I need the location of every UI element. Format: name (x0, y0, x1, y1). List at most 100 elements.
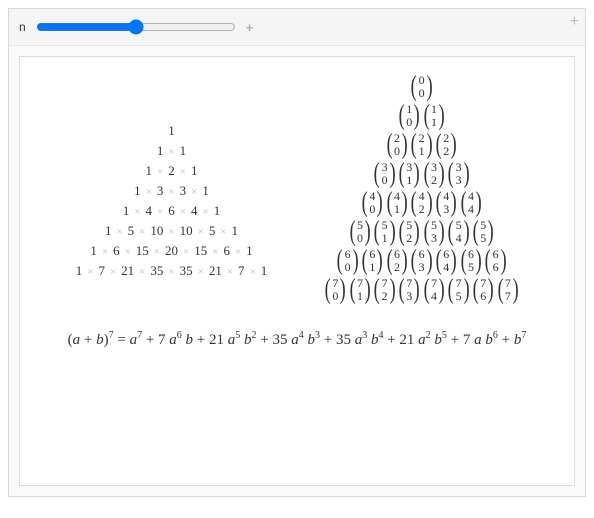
pascal-value: 7 (236, 263, 247, 279)
times-symbol: × (156, 206, 164, 218)
times-symbol: × (145, 186, 153, 198)
binomial-coefficient: (76) (471, 276, 496, 304)
pascal-value: 1 (132, 183, 143, 199)
binomial-coefficient: (72) (372, 276, 397, 304)
pascal-numeric-row: 1×4×6×4×1 (121, 203, 222, 219)
times-symbol: × (226, 266, 234, 278)
controls-bar: n + (9, 9, 585, 46)
binomial-coefficient: (55) (471, 218, 496, 246)
binomial-coefficient: (41) (385, 189, 410, 217)
binomial-coefficient: (73) (397, 276, 422, 304)
times-symbol: × (133, 206, 141, 218)
pascal-binomial-row: (70)(71)(72)(73)(74)(75)(76)(77) (323, 276, 520, 304)
times-symbol: × (156, 166, 164, 178)
pascal-binomial-triangle: (00)(10)(11)(20)(21)(22)(30)(31)(32)(33)… (323, 73, 520, 304)
times-symbol: × (86, 266, 94, 278)
times-symbol: × (115, 226, 123, 238)
binomial-coefficient: (31) (397, 160, 422, 188)
pascal-value: 1 (200, 183, 211, 199)
binomial-coefficient: (74) (422, 276, 447, 304)
times-symbol: × (138, 266, 146, 278)
pascal-numeric-row: 1×7×21×35×35×21×7×1 (74, 263, 270, 279)
times-symbol: × (201, 206, 209, 218)
times-symbol: × (219, 226, 227, 238)
times-symbol: × (179, 166, 187, 178)
times-symbol: × (109, 266, 117, 278)
pascal-value: 1 (166, 123, 177, 139)
pascal-value: 1 (103, 223, 114, 239)
times-symbol: × (179, 206, 187, 218)
binomial-coefficient: (22) (434, 131, 459, 159)
pascal-value: 21 (119, 263, 136, 279)
pascal-value: 3 (155, 183, 166, 199)
times-symbol: × (101, 246, 109, 258)
pascal-binomial-row: (30)(31)(32)(33) (372, 160, 471, 188)
n-slider[interactable] (36, 19, 236, 35)
times-symbol: × (190, 186, 198, 198)
pascal-value: 1 (212, 203, 223, 219)
pascal-value: 1 (144, 163, 155, 179)
binomial-coefficient: (32) (422, 160, 447, 188)
pascal-value: 1 (121, 203, 132, 219)
pascal-binomial-row: (50)(51)(52)(53)(54)(55) (348, 218, 496, 246)
times-symbol: × (234, 246, 242, 258)
binomial-coefficient: (51) (372, 218, 397, 246)
pascal-value: 15 (192, 243, 209, 259)
pascal-value: 10 (148, 223, 165, 239)
times-symbol: × (182, 246, 190, 258)
pascal-value: 6 (221, 243, 232, 259)
pascal-value: 3 (178, 183, 189, 199)
binomial-coefficient: (50) (348, 218, 373, 246)
binomial-coefficient: (40) (360, 189, 385, 217)
binomial-coefficient: (60) (335, 247, 360, 275)
times-symbol: × (153, 246, 161, 258)
times-symbol: × (167, 226, 175, 238)
pascal-numeric-row: 1×5×10×10×5×1 (103, 223, 240, 239)
times-symbol: × (167, 146, 175, 158)
slider-expand-icon[interactable]: + (246, 20, 254, 35)
pascal-numeric-row: 1×1 (155, 143, 188, 159)
pascal-value: 1 (230, 223, 241, 239)
pascal-value: 2 (166, 163, 177, 179)
pascal-value: 1 (189, 163, 200, 179)
binomial-coefficient: (42) (409, 189, 434, 217)
binomial-coefficient: (75) (446, 276, 471, 304)
times-symbol: × (167, 186, 175, 198)
binomial-coefficient: (33) (446, 160, 471, 188)
binomial-coefficient: (53) (422, 218, 447, 246)
pascal-value: 20 (163, 243, 180, 259)
binomial-coefficient: (63) (409, 247, 434, 275)
binomial-coefficient: (30) (372, 160, 397, 188)
pascal-binomial-row: (60)(61)(62)(63)(64)(65)(66) (335, 247, 508, 275)
binomial-coefficient: (20) (385, 131, 410, 159)
pascal-binomial-row: (40)(41)(42)(43)(44) (360, 189, 483, 217)
pascal-value: 1 (88, 243, 99, 259)
pascal-value: 35 (178, 263, 195, 279)
binomial-coefficient: (44) (459, 189, 484, 217)
binomial-coefficient: (00) (409, 73, 434, 101)
pascal-value: 4 (189, 203, 200, 219)
pascal-value: 6 (111, 243, 122, 259)
demonstration-panel: + n + 11×11×2×11×3×3×11×4×6×4×11×5×10×10… (8, 8, 586, 497)
pascal-value: 15 (134, 243, 151, 259)
pascal-value: 1 (178, 143, 189, 159)
binomial-coefficient: (70) (323, 276, 348, 304)
binomial-coefficient: (61) (360, 247, 385, 275)
binomial-coefficient: (10) (397, 102, 422, 130)
binomial-coefficient: (21) (409, 131, 434, 159)
pascal-numeric-row: 1×2×1 (144, 163, 200, 179)
pascal-binomial-row: (10)(11) (397, 102, 446, 130)
pascal-binomial-row: (00) (409, 73, 434, 101)
binomial-coefficient: (62) (385, 247, 410, 275)
binomial-coefficient: (77) (496, 276, 521, 304)
expand-panel-icon[interactable]: + (570, 13, 579, 31)
times-symbol: × (167, 266, 175, 278)
binomial-expansion-equation: (a + b)7 = a7 + 7 a6 b + 21 a5 b2 + 35 a… (30, 332, 564, 349)
pascal-numeric-row: 1×6×15×20×15×6×1 (88, 243, 254, 259)
pascal-value: 4 (144, 203, 155, 219)
pascal-value: 6 (166, 203, 177, 219)
n-label: n (19, 20, 26, 34)
pascal-numeric-row: 1×3×3×1 (132, 183, 211, 199)
binomial-coefficient: (54) (446, 218, 471, 246)
pascal-value: 7 (96, 263, 107, 279)
